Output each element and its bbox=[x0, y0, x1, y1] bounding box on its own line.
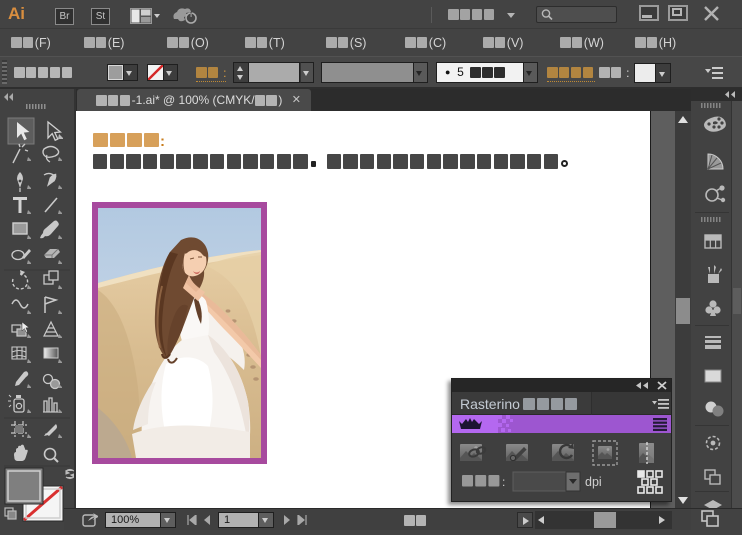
svg-text::: : bbox=[502, 475, 505, 489]
svg-text:dpi: dpi bbox=[585, 475, 602, 489]
